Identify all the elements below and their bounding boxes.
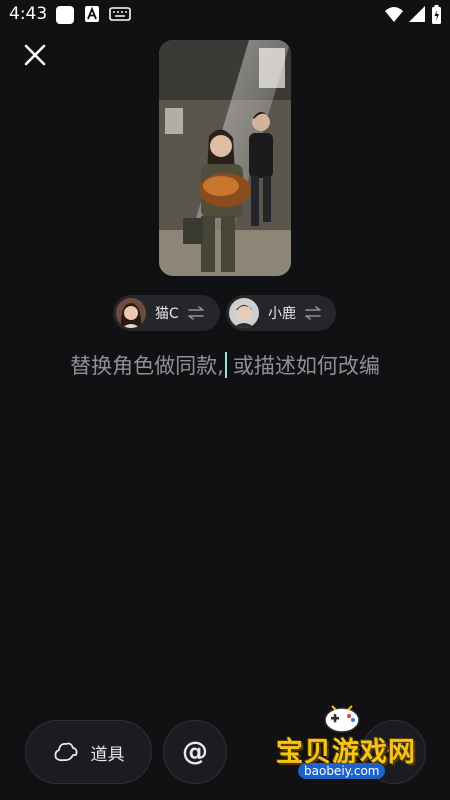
watermark-url: baobeiy.com	[298, 763, 386, 779]
keyboard-icon	[109, 7, 131, 21]
prompt-text-before: 替换角色做同款,	[70, 354, 224, 378]
wifi-icon	[385, 7, 403, 22]
props-label: 道具	[90, 744, 125, 765]
swap-arrows-icon[interactable]	[187, 306, 205, 320]
props-button[interactable]: 道具	[25, 720, 152, 784]
notification-app-icon	[56, 6, 74, 24]
close-icon	[24, 44, 46, 66]
status-bar: 4:43	[0, 0, 450, 30]
battery-icon	[432, 5, 441, 24]
text-cursor	[224, 352, 227, 378]
mention-label: @	[182, 737, 208, 767]
video-preview[interactable]	[159, 40, 291, 276]
video-preview-image	[159, 40, 291, 276]
hat-icon	[54, 742, 77, 762]
keyboard-a-icon	[85, 6, 99, 22]
character-chips: 猫C 小鹿	[0, 295, 450, 331]
avatar	[229, 298, 259, 328]
prompt-placeholder: 或描述如何改编	[232, 354, 380, 378]
signal-icon	[409, 6, 425, 22]
character-chip-2[interactable]: 小鹿	[226, 295, 336, 331]
mention-button[interactable]: @	[163, 720, 227, 784]
prompt-input[interactable]: 替换角色做同款, 或描述如何改编	[0, 350, 450, 380]
character-chip-1[interactable]: 猫C	[113, 295, 220, 331]
close-button[interactable]	[18, 38, 52, 72]
character-name: 猫C	[155, 306, 179, 322]
avatar	[116, 298, 146, 328]
status-time: 4:43	[9, 4, 48, 24]
watermark: 宝贝游戏网 baobeiy.com	[270, 700, 430, 790]
swap-arrows-icon[interactable]	[304, 306, 322, 320]
character-name: 小鹿	[268, 306, 296, 322]
